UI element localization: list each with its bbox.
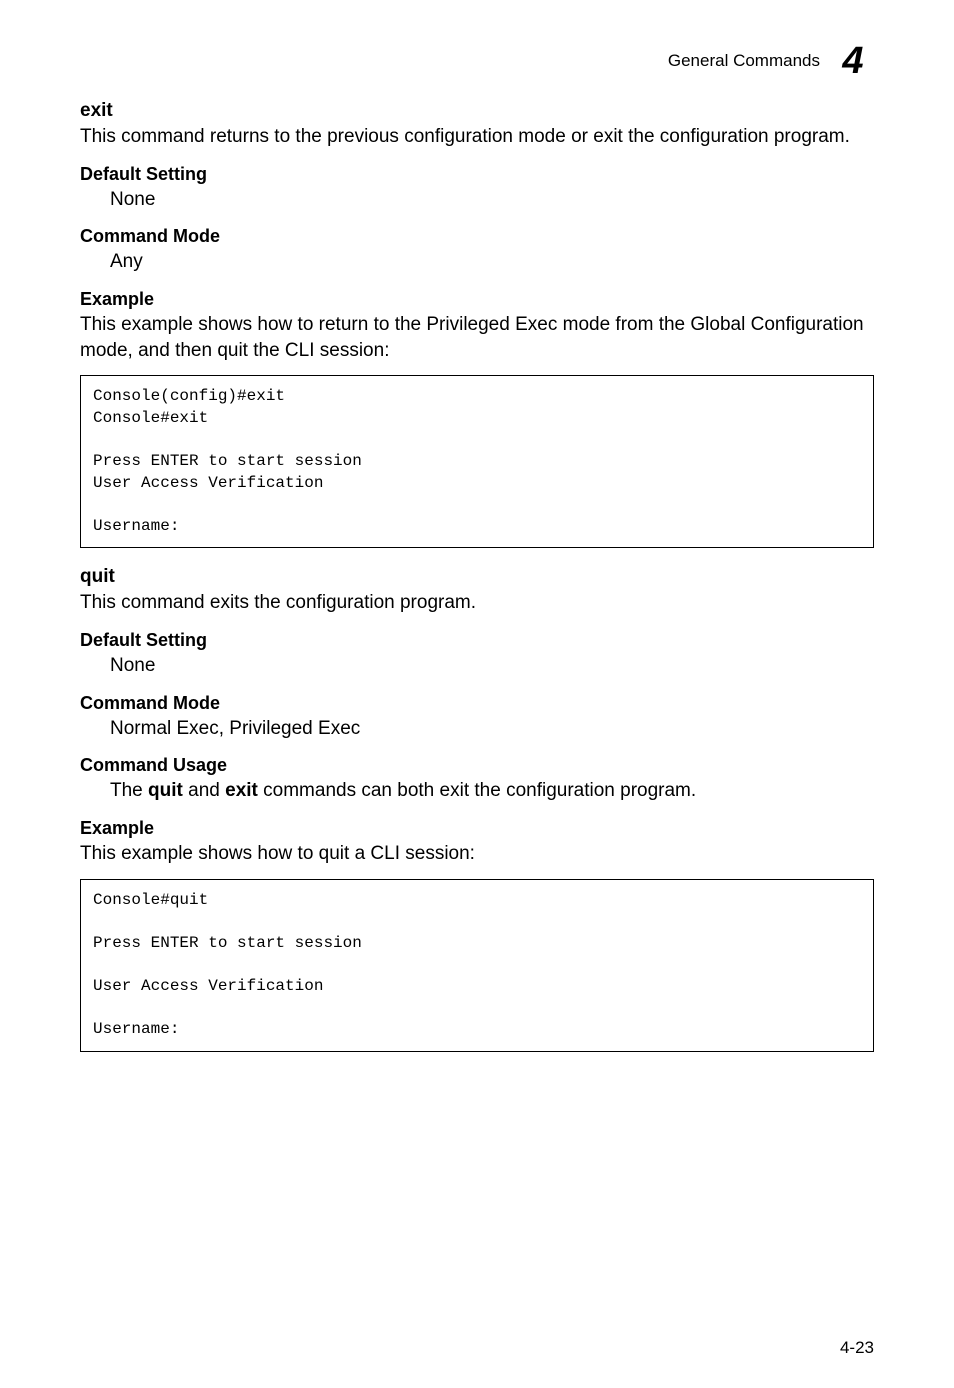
command-usage-heading: Command Usage <box>80 755 874 776</box>
chapter-badge: 4 <box>832 40 874 82</box>
example-heading: Example <box>80 818 874 839</box>
chapter-number: 4 <box>842 42 863 80</box>
default-setting-heading: Default Setting <box>80 164 874 185</box>
command-heading-exit: exit <box>80 100 874 122</box>
usage-text-part: The <box>110 780 148 801</box>
command-mode-value: Normal Exec, Privileged Exec <box>110 716 874 742</box>
usage-text-part: commands can both exit the configuration… <box>258 780 696 801</box>
command-usage-text: The quit and exit commands can both exit… <box>110 778 874 804</box>
example-intro: This example shows how to return to the … <box>80 312 874 363</box>
command-mode-heading: Command Mode <box>80 226 874 247</box>
example-intro: This example shows how to quit a CLI ses… <box>80 841 874 867</box>
command-heading-quit: quit <box>80 566 874 588</box>
page-number: 4-23 <box>840 1338 874 1358</box>
command-description: This command exits the configuration pro… <box>80 590 874 616</box>
command-description: This command returns to the previous con… <box>80 124 874 150</box>
default-setting-heading: Default Setting <box>80 630 874 651</box>
code-block-quit: Console#quit Press ENTER to start sessio… <box>80 879 874 1052</box>
page-header: General Commands 4 <box>80 40 874 82</box>
section-title: General Commands <box>668 51 820 71</box>
command-mode-value: Any <box>110 249 874 275</box>
usage-bold-exit: exit <box>225 780 258 801</box>
usage-bold-quit: quit <box>148 780 183 801</box>
code-block-exit: Console(config)#exit Console#exit Press … <box>80 375 874 548</box>
page-container: General Commands 4 exit This command ret… <box>0 0 954 1388</box>
default-setting-value: None <box>110 187 874 213</box>
default-setting-value: None <box>110 653 874 679</box>
command-mode-heading: Command Mode <box>80 693 874 714</box>
example-heading: Example <box>80 289 874 310</box>
usage-text-part: and <box>183 780 225 801</box>
